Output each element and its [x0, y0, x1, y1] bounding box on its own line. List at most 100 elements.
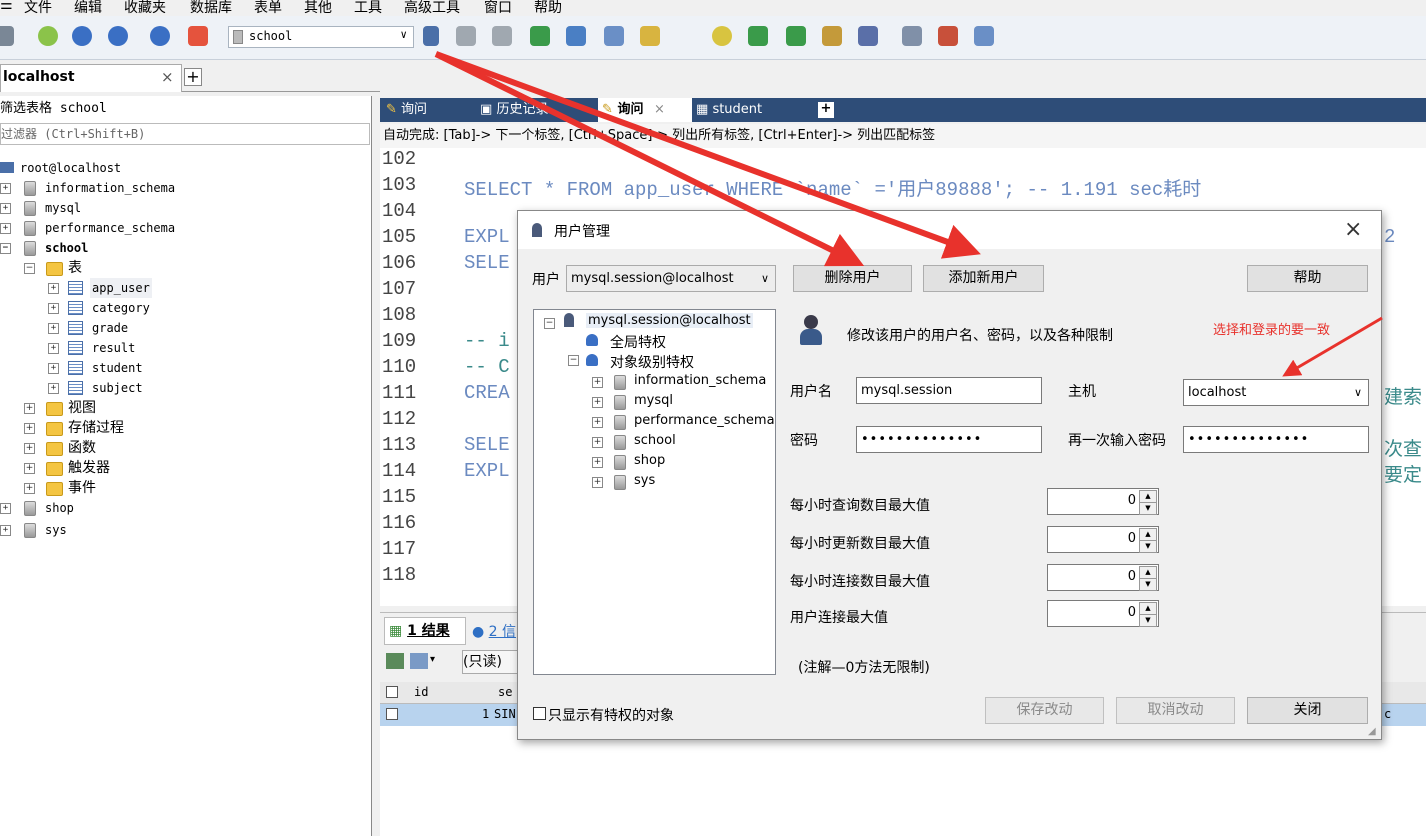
schedule-icon[interactable]	[712, 26, 732, 46]
password-confirm-field[interactable]: ••••••••••••••	[1183, 426, 1369, 453]
tab-history[interactable]: ▣ 历史记录	[480, 98, 548, 122]
import-icon[interactable]	[530, 26, 550, 46]
tree-db-performance-schema[interactable]: + performance_schema	[534, 412, 775, 432]
row-checkbox[interactable]	[386, 708, 398, 720]
table-data-icon[interactable]	[566, 26, 586, 46]
tree-db-performance-schema[interactable]: + performance_schema	[0, 218, 370, 238]
select-all-checkbox[interactable]	[386, 686, 398, 698]
user-select[interactable]: mysql.session@localhost ∨	[566, 265, 776, 292]
tree-object-privileges[interactable]: 对象级别特权	[610, 352, 694, 372]
chart-icon[interactable]	[938, 26, 958, 46]
only-privileged-checkbox[interactable]	[533, 707, 546, 720]
save-button[interactable]: 保存改动	[985, 697, 1104, 724]
table-design-icon[interactable]	[604, 26, 624, 46]
schema-designer-icon[interactable]	[974, 26, 994, 46]
collapse-icon[interactable]: −	[24, 263, 35, 274]
menu-table[interactable]: 表单	[254, 0, 282, 16]
password-field[interactable]: ••••••••••••••	[856, 426, 1042, 453]
add-connection-button[interactable]: +	[184, 68, 202, 86]
query-builder-icon[interactable]	[858, 26, 878, 46]
menu-advanced-tools[interactable]: 高级工具	[404, 0, 460, 16]
compare-icon[interactable]	[786, 26, 806, 46]
grid-view-icon[interactable]	[410, 653, 428, 669]
delete-user-button[interactable]: 删除用户	[793, 265, 912, 292]
schema-icon[interactable]	[188, 26, 208, 46]
expand-icon[interactable]: +	[24, 403, 35, 414]
only-privileged-label[interactable]: 只显示有特权的对象	[548, 705, 674, 725]
tab-student[interactable]: ▦ student	[696, 98, 762, 122]
limit-user-connections-stepper[interactable]: 0 ▲ ▼	[1047, 600, 1159, 627]
tree-db-school[interactable]: + school	[534, 432, 774, 452]
tree-folder-tables[interactable]: − 表	[0, 258, 370, 278]
username-field[interactable]: mysql.session	[856, 377, 1042, 404]
copy-db-icon[interactable]	[822, 26, 842, 46]
close-icon[interactable]: ×	[654, 102, 665, 117]
expand-icon[interactable]: +	[592, 477, 603, 488]
expand-icon[interactable]: +	[24, 463, 35, 474]
menu-tools[interactable]: 工具	[354, 0, 382, 16]
menu-other[interactable]: 其他	[304, 0, 332, 16]
expand-icon[interactable]: +	[0, 183, 11, 194]
expand-icon[interactable]: +	[592, 377, 603, 388]
database-select[interactable]: school ∨	[228, 26, 414, 48]
tab-query-1[interactable]: ✎ 询问	[386, 98, 427, 122]
add-user-button[interactable]: 添加新用户	[923, 265, 1044, 292]
expand-icon[interactable]: +	[0, 203, 11, 214]
tab-result-2[interactable]: ● 2 信	[472, 621, 516, 641]
tree-db-information-schema[interactable]: + information_schema	[0, 178, 370, 198]
spin-down-icon[interactable]: ▼	[1139, 578, 1157, 591]
limit-queries-stepper[interactable]: 0 ▲ ▼	[1047, 488, 1159, 515]
new-connection-icon[interactable]	[38, 26, 58, 46]
report-icon[interactable]	[902, 26, 922, 46]
expand-icon[interactable]: +	[592, 397, 603, 408]
export-icon[interactable]	[640, 26, 660, 46]
spin-down-icon[interactable]: ▼	[1139, 540, 1157, 553]
expand-icon[interactable]: +	[48, 303, 59, 314]
menu-database[interactable]: 数据库	[190, 0, 232, 16]
menu-favorites[interactable]: 收藏夹	[124, 0, 166, 16]
spin-down-icon[interactable]: ▼	[1139, 614, 1157, 627]
expand-icon[interactable]: +	[48, 283, 59, 294]
limit-connections-stepper[interactable]: 0 ▲ ▼	[1047, 564, 1159, 591]
expand-icon[interactable]: +	[0, 503, 11, 514]
collapse-icon[interactable]: −	[0, 243, 11, 254]
close-icon[interactable]: ×	[161, 68, 174, 86]
tab-result-1[interactable]: ▦ 1 结果	[384, 617, 466, 645]
connect-icon[interactable]	[0, 26, 14, 46]
cancel-button[interactable]: 取消改动	[1116, 697, 1235, 724]
collapse-icon[interactable]: −	[544, 318, 555, 329]
resize-grip-icon[interactable]: ◢	[1368, 726, 1376, 737]
privilege-tree[interactable]: − mysql.session@localhost 全局特权 − 对象级别特权 …	[533, 309, 776, 675]
user-manager-icon[interactable]	[423, 26, 439, 46]
connection-tab[interactable]: localhost ×	[0, 64, 182, 92]
sync-icon[interactable]	[748, 26, 768, 46]
tree-db-mysql[interactable]: + mysql	[534, 392, 774, 412]
close-icon[interactable]: ×	[1344, 217, 1362, 242]
filter-input[interactable]: 过滤器 (Ctrl+Shift+B)	[0, 123, 370, 145]
tree-db-mysql[interactable]: + mysql	[0, 198, 370, 218]
add-tab-button[interactable]: +	[818, 102, 834, 118]
backup-icon[interactable]	[456, 26, 476, 46]
expand-icon[interactable]: +	[48, 383, 59, 394]
expand-icon[interactable]: +	[48, 343, 59, 354]
menu-window[interactable]: 窗口	[484, 0, 512, 16]
expand-icon[interactable]: +	[48, 363, 59, 374]
export-grid-icon[interactable]	[386, 653, 404, 669]
expand-icon[interactable]: +	[48, 323, 59, 334]
collapse-icon[interactable]: −	[568, 355, 579, 366]
limit-updates-stepper[interactable]: 0 ▲ ▼	[1047, 526, 1159, 553]
expand-icon[interactable]: +	[0, 223, 11, 234]
menu-file[interactable]: 文件	[24, 0, 52, 16]
help-button[interactable]: 帮助	[1247, 265, 1368, 292]
expand-icon[interactable]: +	[0, 525, 11, 536]
restore-icon[interactable]	[492, 26, 512, 46]
expand-icon[interactable]: +	[592, 457, 603, 468]
menu-edit[interactable]: 编辑	[74, 0, 102, 16]
chevron-down-icon[interactable]: ▾	[430, 654, 435, 665]
expand-icon[interactable]: +	[24, 483, 35, 494]
spin-down-icon[interactable]: ▼	[1139, 502, 1157, 515]
expand-icon[interactable]: +	[592, 417, 603, 428]
expand-icon[interactable]: +	[24, 423, 35, 434]
expand-icon[interactable]: +	[592, 437, 603, 448]
execute-all-icon[interactable]	[108, 26, 128, 46]
